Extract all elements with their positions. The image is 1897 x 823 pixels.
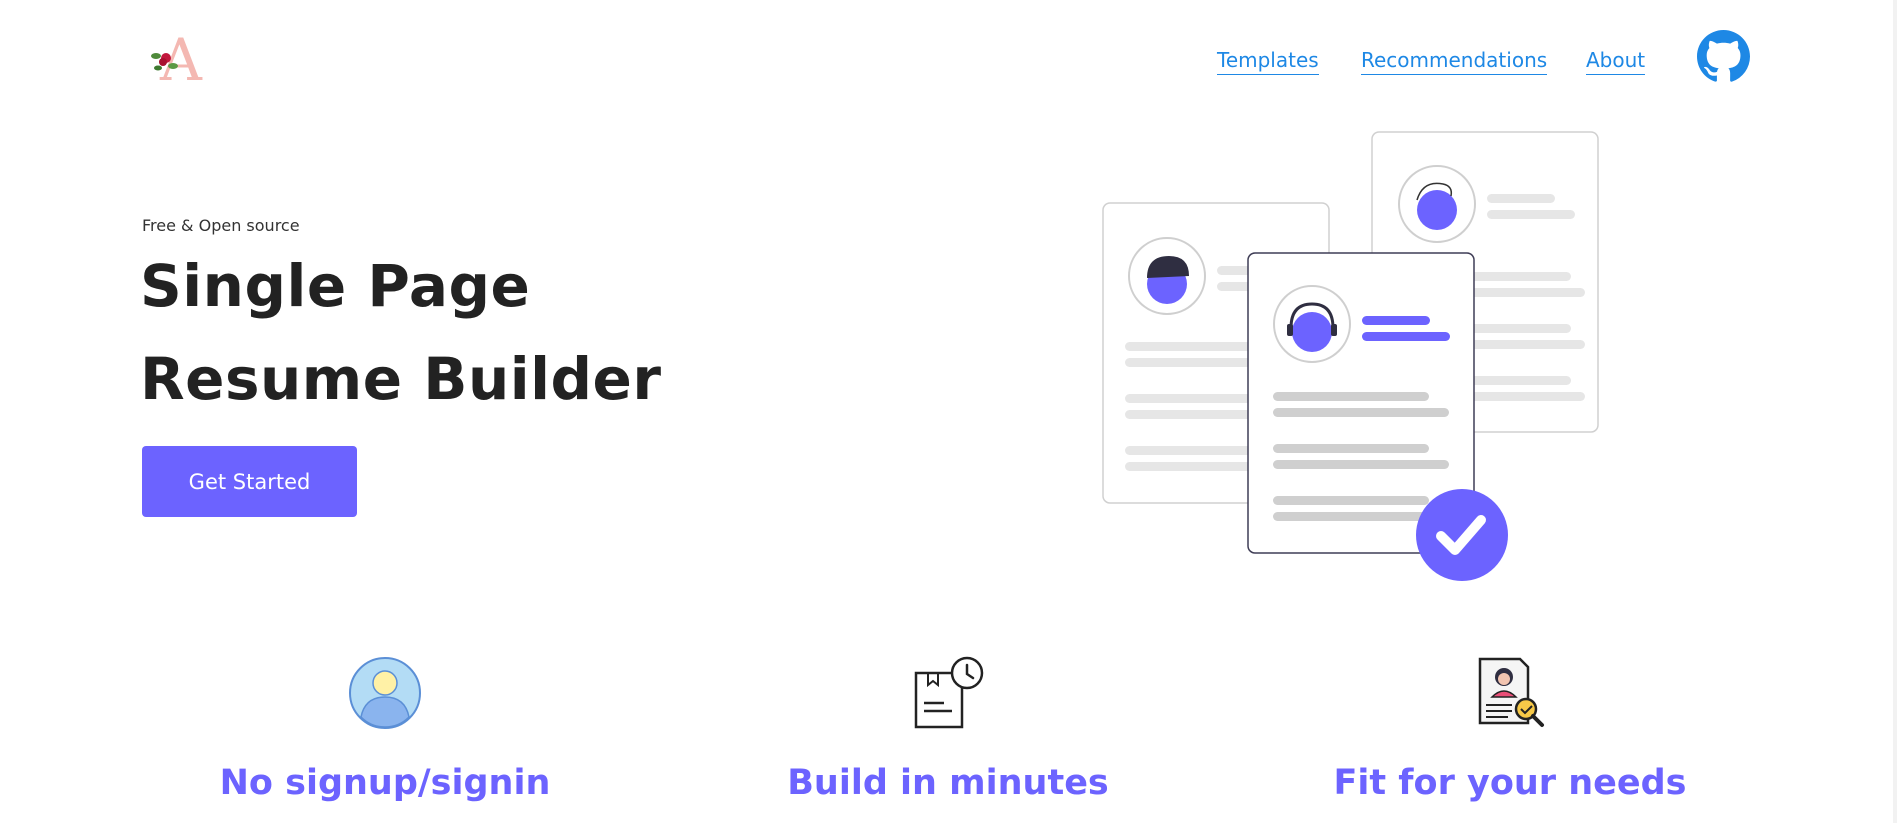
hero-title-line1: Single Page bbox=[140, 252, 531, 320]
nav-about-link[interactable]: About bbox=[1586, 48, 1646, 75]
top-nav: Templates Recommendations About bbox=[0, 45, 1897, 85]
get-started-button[interactable]: Get Started bbox=[142, 446, 357, 517]
resume-search-icon bbox=[1478, 657, 1544, 727]
document-clock-icon bbox=[914, 656, 984, 729]
resume-cards-illustration bbox=[1102, 131, 1599, 581]
feature-title: No signup/signin bbox=[219, 763, 551, 803]
scrollbar[interactable] bbox=[1893, 0, 1897, 823]
checkmark-badge-icon bbox=[1416, 489, 1508, 581]
feature-no-signup: No signup/signin bbox=[175, 655, 595, 805]
hero-tagline: Free & Open source bbox=[142, 216, 300, 235]
hero-title: Single Page Resume Builder bbox=[140, 240, 662, 426]
feature-build-minutes: Build in minutes bbox=[738, 655, 1158, 805]
feature-fit-needs: Fit for your needs bbox=[1300, 655, 1720, 805]
hero-title-line2: Resume Builder bbox=[140, 345, 662, 413]
nav-templates-link[interactable]: Templates bbox=[1217, 48, 1319, 75]
nav-recommendations-link[interactable]: Recommendations bbox=[1361, 48, 1548, 75]
feature-title: Fit for your needs bbox=[1333, 763, 1687, 803]
feature-title: Build in minutes bbox=[787, 763, 1109, 803]
user-avatar-icon bbox=[349, 657, 421, 729]
github-icon[interactable] bbox=[1697, 30, 1750, 83]
